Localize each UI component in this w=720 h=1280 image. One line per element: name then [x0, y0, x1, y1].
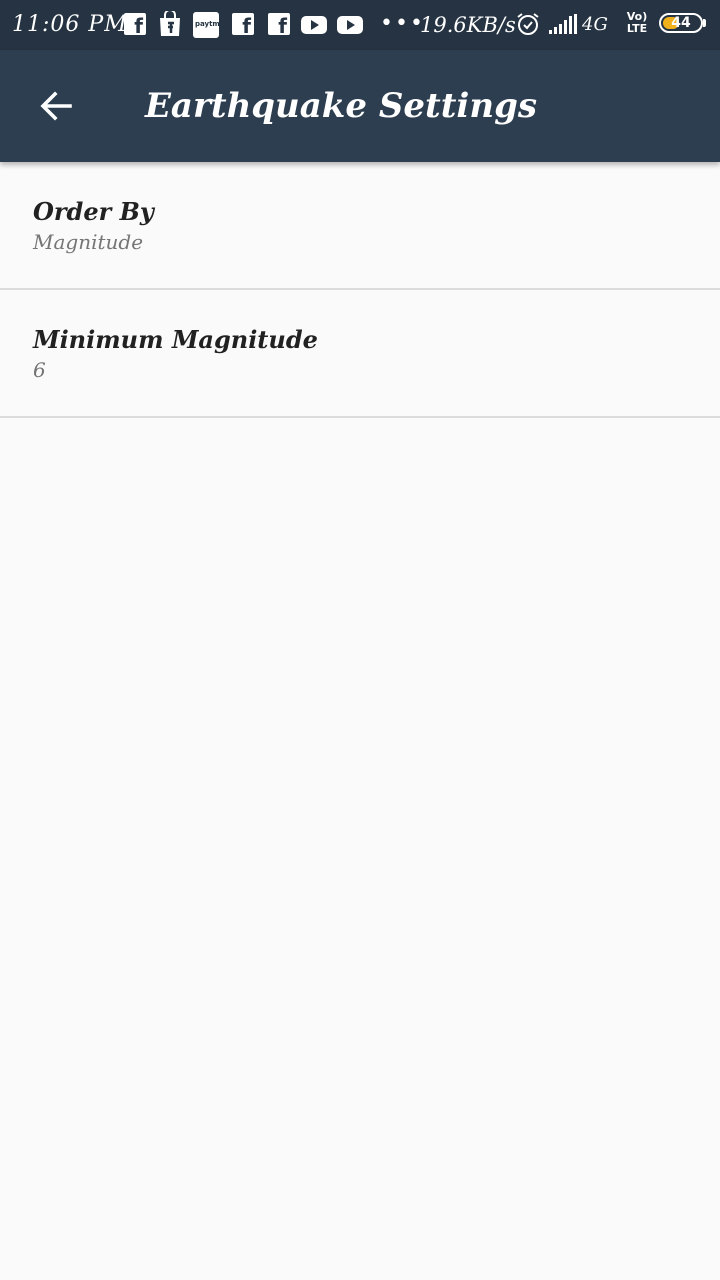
settings-list: Order By Magnitude Minimum Magnitude 6 — [0, 162, 720, 418]
preference-title: Minimum Magnitude — [33, 325, 318, 354]
volte-indicator: Vo) LTE — [624, 11, 650, 35]
battery-icon: 44 — [659, 13, 703, 33]
more-notifications-icon: ••• — [380, 11, 425, 36]
preference-minimum-magnitude[interactable]: Minimum Magnitude 6 — [0, 290, 720, 418]
preference-order-by[interactable]: Order By Magnitude — [0, 162, 720, 290]
facebook-icon — [232, 13, 254, 38]
back-button[interactable] — [24, 74, 88, 138]
network-type: 4G — [582, 14, 608, 35]
network-speed: 19.6KB/s — [420, 13, 516, 37]
youtube-icon — [301, 16, 327, 34]
youtube-icon — [337, 16, 363, 34]
status-bar: 11:06 PM paytm ••• 19.6KB/s — [0, 0, 720, 50]
preference-summary: 6 — [33, 358, 46, 382]
preference-title: Order By — [33, 197, 154, 226]
preference-summary: Magnitude — [33, 230, 144, 254]
paytm-label: paytm — [195, 20, 220, 28]
signal-strength-icon — [549, 14, 579, 34]
shopping-bag-icon — [158, 9, 182, 37]
battery-level: 44 — [671, 15, 691, 31]
page-title: Earthquake Settings — [145, 86, 537, 126]
arrow-left-icon — [40, 91, 72, 121]
facebook-icon — [268, 13, 290, 38]
status-time: 11:06 PM — [12, 12, 128, 37]
volte-bottom: LTE — [626, 22, 648, 35]
paytm-icon: paytm — [193, 12, 220, 38]
alarm-icon — [516, 12, 540, 36]
facebook-icon — [124, 13, 146, 38]
app-bar: Earthquake Settings — [0, 50, 720, 162]
battery-nub — [703, 19, 706, 27]
